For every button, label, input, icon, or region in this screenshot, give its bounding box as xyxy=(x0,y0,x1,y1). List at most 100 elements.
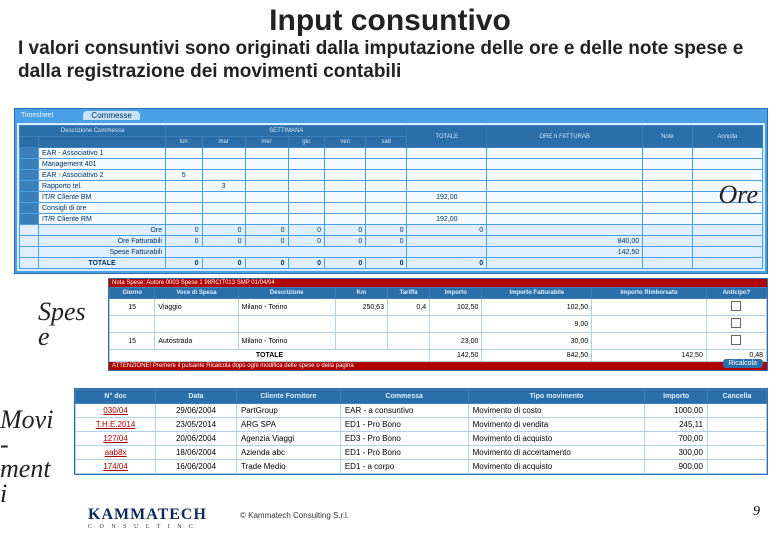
timesheet-panel: Timesheet Commesse Descrizione Commessa … xyxy=(14,108,768,274)
cell[interactable] xyxy=(166,214,203,225)
cell[interactable] xyxy=(325,148,366,159)
row-note[interactable] xyxy=(643,181,693,192)
tab-commesse[interactable]: Commesse xyxy=(83,111,139,120)
row-note[interactable] xyxy=(643,214,693,225)
th-oreh: ORE h FATTURAB xyxy=(487,126,643,148)
cell[interactable] xyxy=(325,159,366,170)
cell[interactable] xyxy=(245,181,288,192)
cell[interactable] xyxy=(325,214,366,225)
cell[interactable] xyxy=(288,181,325,192)
row-desc: Rapporto tel. xyxy=(39,181,166,192)
cell[interactable] xyxy=(325,181,366,192)
cell[interactable]: 5 xyxy=(166,170,203,181)
cell[interactable] xyxy=(245,159,288,170)
cell[interactable] xyxy=(366,159,407,170)
expand-icon[interactable] xyxy=(20,159,39,170)
mv-ndoc[interactable]: 030/04 xyxy=(76,404,156,418)
cell[interactable] xyxy=(166,192,203,203)
sp-voce[interactable]: Viaggio xyxy=(155,299,238,316)
cell[interactable] xyxy=(166,159,203,170)
expand-icon[interactable] xyxy=(20,170,39,181)
mv-ndoc[interactable]: 127/04 xyxy=(76,432,156,446)
cell[interactable] xyxy=(245,203,288,214)
cell[interactable] xyxy=(288,192,325,203)
row-spese xyxy=(487,148,643,159)
cell[interactable] xyxy=(166,148,203,159)
row-cancel[interactable] xyxy=(692,159,762,170)
sp-giorno[interactable]: 15 xyxy=(110,299,155,316)
sp-tar[interactable]: 0,4 xyxy=(387,299,429,316)
cell[interactable] xyxy=(325,170,366,181)
sp-ant[interactable] xyxy=(706,299,766,316)
sp-ant[interactable] xyxy=(706,333,766,350)
mv-ndoc[interactable]: 174/04 xyxy=(76,460,156,474)
ricalcola-button[interactable]: Ricalcola xyxy=(723,359,763,368)
th-desc: Descrizione Commessa xyxy=(20,126,166,137)
expand-icon[interactable] xyxy=(20,203,39,214)
cell[interactable] xyxy=(288,203,325,214)
mv-cancel[interactable] xyxy=(707,460,766,474)
sp-km[interactable] xyxy=(335,333,387,350)
cell[interactable] xyxy=(202,214,245,225)
cell[interactable] xyxy=(325,192,366,203)
cell[interactable] xyxy=(245,214,288,225)
sp-giorno[interactable] xyxy=(110,316,155,333)
row-note[interactable] xyxy=(643,170,693,181)
sp-ant[interactable] xyxy=(706,316,766,333)
cell[interactable] xyxy=(288,159,325,170)
cell[interactable] xyxy=(166,203,203,214)
sp-desc[interactable]: Milano - Torino xyxy=(238,299,335,316)
sp-km[interactable] xyxy=(335,316,387,333)
cell[interactable] xyxy=(325,203,366,214)
cell[interactable] xyxy=(366,192,407,203)
cell[interactable] xyxy=(366,170,407,181)
mv-ndoc[interactable]: aab8x xyxy=(76,446,156,460)
mv-cancel[interactable] xyxy=(707,404,766,418)
cell[interactable] xyxy=(202,203,245,214)
expand-icon[interactable] xyxy=(20,148,39,159)
mv-cancel[interactable] xyxy=(707,446,766,460)
cell[interactable] xyxy=(288,214,325,225)
timesheet-label: Timesheet xyxy=(21,112,53,119)
sp-desc[interactable]: Milano - Torino xyxy=(238,333,335,350)
cell[interactable] xyxy=(202,159,245,170)
row-note[interactable] xyxy=(643,192,693,203)
mv-cancel[interactable] xyxy=(707,432,766,446)
sp-giorno[interactable]: 15 xyxy=(110,333,155,350)
expand-icon[interactable] xyxy=(20,192,39,203)
sp-tar[interactable] xyxy=(387,316,429,333)
row-note[interactable] xyxy=(643,159,693,170)
row-note[interactable] xyxy=(643,203,693,214)
mv-com: EAR - a consuntivo xyxy=(340,404,468,418)
footer: KAMMATECH C O N S U L T I N C © Kammatec… xyxy=(0,498,780,534)
mv-ndoc[interactable]: T.H.E.2014 xyxy=(76,418,156,432)
cell[interactable] xyxy=(166,181,203,192)
expand-icon[interactable] xyxy=(20,181,39,192)
cell[interactable]: 3 xyxy=(202,181,245,192)
mv-tipo: Movimento di vendita xyxy=(468,418,645,432)
cell[interactable] xyxy=(202,192,245,203)
cell[interactable] xyxy=(245,192,288,203)
sp-col-km: Km xyxy=(335,288,387,299)
cell[interactable] xyxy=(202,170,245,181)
sp-desc[interactable] xyxy=(238,316,335,333)
sp-voce[interactable] xyxy=(155,316,238,333)
sp-voce[interactable]: Autostrada xyxy=(155,333,238,350)
row-cancel[interactable] xyxy=(692,148,762,159)
sp-tar[interactable] xyxy=(387,333,429,350)
expand-icon[interactable] xyxy=(20,214,39,225)
row-cancel[interactable] xyxy=(692,170,762,181)
row-cancel[interactable] xyxy=(692,214,762,225)
cell[interactable] xyxy=(245,148,288,159)
mv-cancel[interactable] xyxy=(707,418,766,432)
cell[interactable] xyxy=(288,170,325,181)
cell[interactable] xyxy=(202,148,245,159)
cell[interactable] xyxy=(366,148,407,159)
sp-km[interactable]: 250,63 xyxy=(335,299,387,316)
row-note[interactable] xyxy=(643,148,693,159)
cell[interactable] xyxy=(366,203,407,214)
cell[interactable] xyxy=(288,148,325,159)
cell[interactable] xyxy=(366,181,407,192)
cell[interactable] xyxy=(366,214,407,225)
cell[interactable] xyxy=(245,170,288,181)
